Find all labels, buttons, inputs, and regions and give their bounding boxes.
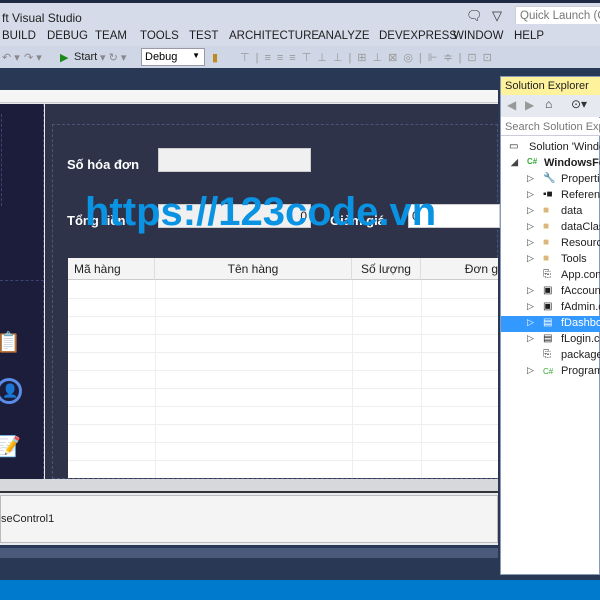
horizontal-scrollbar[interactable]	[0, 479, 498, 493]
csharp-file-icon: C#	[543, 367, 554, 376]
toolbar: ↶ ▾ ↷ ▾ ▶ Start ▾ ↻ ▾ ▮ ⊤|≡≡≡⊤⊥⊥|⊞⊥⊠◎|⊩≑…	[0, 46, 600, 68]
expand-icon: ▷	[527, 285, 534, 295]
expanded-icon: ◢	[511, 157, 518, 167]
csharp-project-icon: C#	[527, 157, 538, 166]
invoice-input[interactable]	[158, 148, 311, 172]
expand-icon: ▷	[527, 333, 534, 343]
title-bar: ft Visual Studio 🗨 ▽ Quick Launch (Ct	[0, 0, 600, 26]
tree-node-selected[interactable]: ▷▤fDashboa	[501, 316, 600, 332]
expand-icon: ▷	[527, 221, 534, 231]
tree-node[interactable]: ▷🔧Propertie	[501, 172, 600, 188]
invoice-icon[interactable]: 📋	[0, 330, 21, 355]
history-icon[interactable]: ⊙▾	[571, 97, 587, 111]
menu-tools[interactable]: TOOLS	[140, 30, 179, 42]
refresh-icon[interactable]: ▾ ↻ ▾	[100, 51, 126, 64]
tree-node[interactable]: ▷ C# Program	[501, 364, 600, 380]
solution-explorer-toolbar: ◀ ▶ ⌂ ⊙▾	[501, 95, 600, 117]
designer-bottom-band	[0, 548, 498, 558]
tree-node[interactable]: ▷▪■Referenc	[501, 188, 600, 204]
chevron-down-icon: ▼	[192, 51, 200, 60]
menu-analyze[interactable]: ANALYZE	[318, 30, 370, 42]
invoice-label: Số hóa đơn	[67, 157, 140, 172]
tree-node[interactable]: ▷■dataClas	[501, 220, 600, 236]
designer-top-strip	[0, 90, 498, 103]
folder-search-icon[interactable]: ▮	[212, 51, 218, 64]
watermark: https://123code.vn	[85, 190, 437, 234]
menu-devexpress[interactable]: DEVEXPRESS	[379, 30, 457, 42]
redo-icon[interactable]: ↷ ▾	[24, 51, 42, 64]
configuration-value: Debug	[145, 51, 178, 63]
tree-node[interactable]: ▷ ■ Tools	[501, 252, 600, 268]
home-icon[interactable]: ⌂	[545, 97, 552, 111]
form-icon: ▤	[543, 317, 553, 328]
configuration-dropdown[interactable]: Debug ▼	[141, 48, 205, 66]
start-button[interactable]: Start	[74, 51, 97, 63]
checklist-icon[interactable]: 📝	[0, 434, 21, 459]
tree-node[interactable]: ◢ C# WindowsFo	[501, 156, 600, 172]
tree-node[interactable]: ▷ ▣ fAccount	[501, 284, 600, 300]
expand-icon: ▷	[527, 189, 534, 199]
layout-align-icons[interactable]: ⊤|≡≡≡⊤⊥⊥|⊞⊥⊠◎|⊩≑|⊡⊡	[240, 51, 498, 64]
quick-launch-input[interactable]: Quick Launch (Ct	[515, 6, 600, 26]
solution-search-input[interactable]: Search Solution Explo	[501, 118, 600, 136]
expand-icon: ▷	[527, 253, 534, 263]
status-bar	[0, 580, 600, 600]
expand-icon: ▷	[527, 173, 534, 183]
expand-icon: ▷	[527, 301, 534, 311]
column-header-quantity[interactable]: Số lượng	[352, 258, 421, 280]
menu-team[interactable]: TEAM	[95, 30, 127, 42]
menu-debug[interactable]: DEBUG	[47, 30, 88, 42]
tree-node[interactable]: ▭ Solution 'Windo	[501, 140, 600, 156]
solution-explorer: Solution Explorer ◀ ▶ ⌂ ⊙▾ Search Soluti…	[500, 76, 600, 575]
config-icon: ⎘	[543, 349, 551, 360]
form-sidebar: 📋 👤 📝	[0, 104, 44, 479]
folder-icon: ■	[543, 221, 550, 232]
tree-node[interactable]: ⎘packages	[501, 348, 600, 364]
undo-icon[interactable]: ↶ ▾	[2, 51, 20, 64]
solution-explorer-title: Solution Explorer	[501, 77, 600, 95]
expand-icon: ▷	[527, 317, 534, 327]
tray-component[interactable]: seControl1	[1, 513, 54, 525]
tree-node[interactable]: ▷■Resource	[501, 236, 600, 252]
menu-bar: BUILD DEBUG TEAM TOOLS TEST ARCHITECTURE…	[0, 24, 600, 46]
invoice-grid[interactable]: Mã hàng Tên hàng Số lượng Đơn g	[68, 258, 498, 478]
references-icon: ▪■	[543, 189, 553, 200]
tree-node[interactable]: ▷ ■ data	[501, 204, 600, 220]
expand-icon: ▷	[527, 237, 534, 247]
filter-icon[interactable]: ▽	[492, 8, 502, 24]
menu-build[interactable]: BUILD	[2, 30, 36, 42]
column-header-price[interactable]: Đơn g	[421, 258, 498, 280]
component-tray: seControl1	[0, 495, 498, 543]
column-header-code[interactable]: Mã hàng	[68, 258, 155, 280]
solution-icon: ▭	[509, 141, 519, 152]
window-title: ft Visual Studio	[2, 11, 82, 25]
start-icon[interactable]: ▶	[60, 51, 68, 64]
tree-node[interactable]: ⎘App.conf	[501, 268, 600, 284]
column-header-name[interactable]: Tên hàng	[155, 258, 352, 280]
form-icon: ▣	[543, 301, 553, 312]
form-icon: ▤	[543, 333, 553, 344]
tree-node[interactable]: ▷▤fLogin.cs	[501, 332, 600, 348]
forward-icon[interactable]: ▶	[525, 98, 534, 112]
menu-test[interactable]: TEST	[189, 30, 218, 42]
expand-icon: ▷	[527, 365, 534, 375]
back-icon[interactable]: ◀	[507, 98, 516, 112]
folder-icon: ■	[543, 253, 550, 264]
form-icon: ▣	[543, 285, 553, 296]
folder-icon: ■	[543, 205, 550, 216]
menu-architecture[interactable]: ARCHITECTURE	[229, 30, 319, 42]
expand-icon: ▷	[527, 205, 534, 215]
feedback-icon[interactable]: 🗨	[466, 8, 483, 24]
menu-help[interactable]: HELP	[514, 30, 544, 42]
config-icon: ⎘	[543, 269, 551, 280]
wrench-icon: 🔧	[543, 173, 556, 184]
menu-window[interactable]: WINDOW	[453, 30, 503, 42]
folder-icon: ■	[543, 237, 550, 248]
tree-node[interactable]: ▷ ▣ fAdmin.c	[501, 300, 600, 316]
user-icon[interactable]: 👤	[0, 378, 22, 404]
